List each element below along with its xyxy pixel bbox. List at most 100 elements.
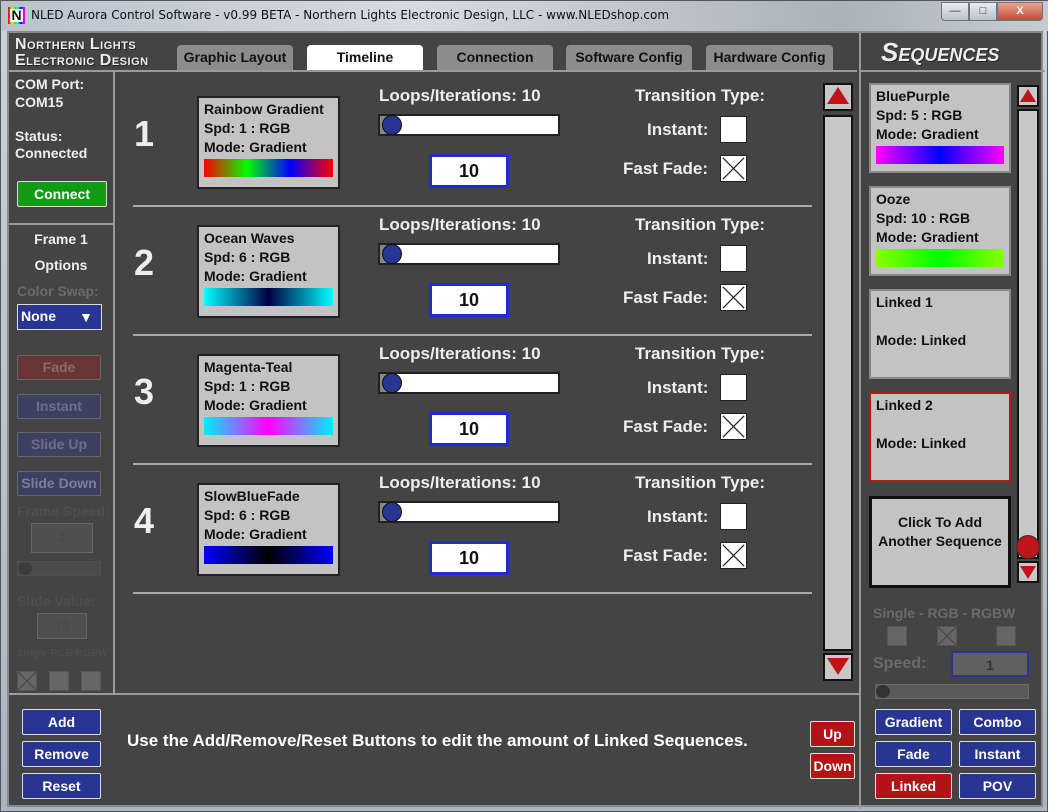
- timeline-sequence-card[interactable]: SlowBlueFade Spd: 6 : RGB Mode: Gradient: [197, 483, 340, 576]
- sequence-speed: Spd: 1 : RGB: [204, 120, 291, 136]
- sequence-channel-rgbw-checkbox[interactable]: [996, 626, 1016, 646]
- sequence-card[interactable]: Ooze Spd: 10 : RGB Mode: Gradient: [869, 186, 1011, 276]
- add-sequence-button[interactable]: Click To Add Another Sequence: [869, 496, 1011, 588]
- loops-input[interactable]: 10: [429, 154, 509, 188]
- sequence-card[interactable]: Linked 2 Mode: Linked: [869, 392, 1011, 482]
- fast-fade-checkbox[interactable]: [720, 284, 747, 311]
- down-button[interactable]: Down: [810, 753, 855, 779]
- left-panel-section-divider: [9, 223, 113, 225]
- timeline-sequence-card[interactable]: Magenta-Teal Spd: 1 : RGB Mode: Gradient: [197, 354, 340, 447]
- mode-button-fade[interactable]: Fade: [875, 741, 952, 767]
- frame-channel-rgb-checkbox[interactable]: [49, 671, 69, 691]
- header-divider: [9, 70, 857, 72]
- close-button[interactable]: X: [997, 2, 1043, 21]
- sequence-card[interactable]: Linked 1 Mode: Linked: [869, 289, 1011, 379]
- loops-input[interactable]: 10: [429, 412, 509, 446]
- loops-slider[interactable]: [378, 114, 560, 136]
- mode-button-combo[interactable]: Combo: [959, 709, 1036, 735]
- sequence-scroll-up-button[interactable]: [1017, 85, 1039, 107]
- sequence-card[interactable]: BluePurple Spd: 5 : RGB Mode: Gradient: [869, 83, 1011, 173]
- mode-button-pov[interactable]: POV: [959, 773, 1036, 799]
- frame-speed-slider-knob[interactable]: [18, 562, 32, 575]
- row-number: 4: [134, 500, 155, 541]
- timeline-scrollbar-track[interactable]: [823, 115, 853, 651]
- up-button[interactable]: Up: [810, 721, 855, 747]
- loops-slider[interactable]: [378, 372, 560, 394]
- instant-checkbox[interactable]: [720, 374, 747, 401]
- company-logo: Northern Lights Electronic Design: [15, 37, 149, 69]
- sequence-name: Magenta-Teal: [204, 359, 293, 375]
- frame-speed-slider[interactable]: [17, 561, 101, 576]
- color-swap-select[interactable]: None ▼: [17, 304, 102, 330]
- connect-button[interactable]: Connect: [17, 181, 107, 207]
- tab-hardware-config[interactable]: Hardware Config: [706, 45, 833, 70]
- options-label: Options: [34, 257, 88, 273]
- sequences-title: Sequences: [881, 37, 1000, 67]
- mode-button-instant[interactable]: Instant: [959, 741, 1036, 767]
- sequence-name: BluePurple: [876, 88, 950, 104]
- tab-graphic-layout[interactable]: Graphic Layout: [177, 45, 293, 70]
- loops-label: Loops/Iterations: 10: [379, 473, 541, 492]
- frame-instant-button[interactable]: Instant: [17, 394, 101, 419]
- mode-button-linked[interactable]: Linked: [875, 773, 952, 799]
- reset-button[interactable]: Reset: [22, 773, 101, 799]
- com-port-label: COM Port:: [15, 76, 85, 92]
- left-panel-divider: [113, 70, 115, 693]
- timeline-sequence-card[interactable]: Rainbow Gradient Spd: 1 : RGB Mode: Grad…: [197, 96, 340, 189]
- frame-channel-rgbw-checkbox[interactable]: [81, 671, 101, 691]
- tab-connection[interactable]: Connection: [437, 45, 553, 70]
- sequence-scroll-down-button[interactable]: [1017, 561, 1039, 583]
- sequence-speed-slider-knob[interactable]: [876, 685, 890, 698]
- fast-fade-label: Fast Fade:: [623, 417, 709, 436]
- sequence-scrollbar-track[interactable]: [1017, 109, 1039, 559]
- instant-checkbox[interactable]: [720, 245, 747, 272]
- fast-fade-checkbox[interactable]: [720, 413, 747, 440]
- frame-channel-single-checkbox[interactable]: [17, 671, 37, 691]
- slide-value-input[interactable]: 10: [37, 613, 87, 639]
- loops-input[interactable]: 10: [429, 541, 509, 575]
- timeline-sequence-card[interactable]: Ocean Waves Spd: 6 : RGB Mode: Gradient: [197, 225, 340, 318]
- add-button[interactable]: Add: [22, 709, 101, 735]
- right-panel-divider: [859, 33, 861, 809]
- minimize-button[interactable]: —: [941, 2, 969, 21]
- row-number: 2: [134, 242, 155, 283]
- frame-slide-down-button[interactable]: Slide Down: [17, 471, 101, 496]
- remove-button[interactable]: Remove: [22, 741, 101, 767]
- sequence-scrollbar-thumb[interactable]: [1016, 535, 1040, 559]
- sequence-channel-single-checkbox[interactable]: [887, 626, 907, 646]
- frame-slide-up-button[interactable]: Slide Up: [17, 432, 101, 457]
- instant-checkbox[interactable]: [720, 116, 747, 143]
- loops-slider-knob[interactable]: [382, 373, 402, 393]
- loops-slider[interactable]: [378, 501, 560, 523]
- frame-speed-input[interactable]: 1: [31, 523, 93, 553]
- arrow-down-icon: [827, 658, 849, 675]
- sequence-speed-slider[interactable]: [875, 684, 1029, 699]
- sequence-mode: Mode: Linked: [876, 435, 967, 451]
- loops-slider-knob[interactable]: [382, 502, 402, 522]
- title-bar[interactable]: N NLED Aurora Control Software - v0.99 B…: [1, 1, 1048, 31]
- sequence-color-preview: [876, 249, 1004, 267]
- tab-timeline[interactable]: Timeline: [307, 45, 423, 72]
- row-number: 1: [134, 113, 155, 154]
- tab-software-config[interactable]: Software Config: [566, 45, 692, 70]
- loops-slider-knob[interactable]: [382, 115, 402, 135]
- transition-type-label: Transition Type:: [635, 473, 766, 492]
- maximize-button[interactable]: □: [969, 2, 997, 21]
- loops-slider[interactable]: [378, 243, 560, 265]
- timeline-scroll-up-button[interactable]: [823, 83, 853, 111]
- sequence-channel-rgb-checkbox[interactable]: [937, 626, 957, 646]
- sequence-mode: Mode: Gradient: [876, 126, 979, 142]
- instant-checkbox[interactable]: [720, 503, 747, 530]
- timeline-scroll-down-button[interactable]: [823, 653, 853, 681]
- mode-button-gradient[interactable]: Gradient: [875, 709, 952, 735]
- row-number: 3: [134, 371, 155, 412]
- loops-slider-knob[interactable]: [382, 244, 402, 264]
- loops-input[interactable]: 10: [429, 283, 509, 317]
- transition-type-label: Transition Type:: [635, 215, 766, 234]
- frame-fade-button[interactable]: Fade: [17, 355, 101, 380]
- fast-fade-checkbox[interactable]: [720, 542, 747, 569]
- app-window: N NLED Aurora Control Software - v0.99 B…: [0, 0, 1048, 812]
- fast-fade-checkbox[interactable]: [720, 155, 747, 182]
- sequence-speed-input[interactable]: 1: [951, 651, 1029, 677]
